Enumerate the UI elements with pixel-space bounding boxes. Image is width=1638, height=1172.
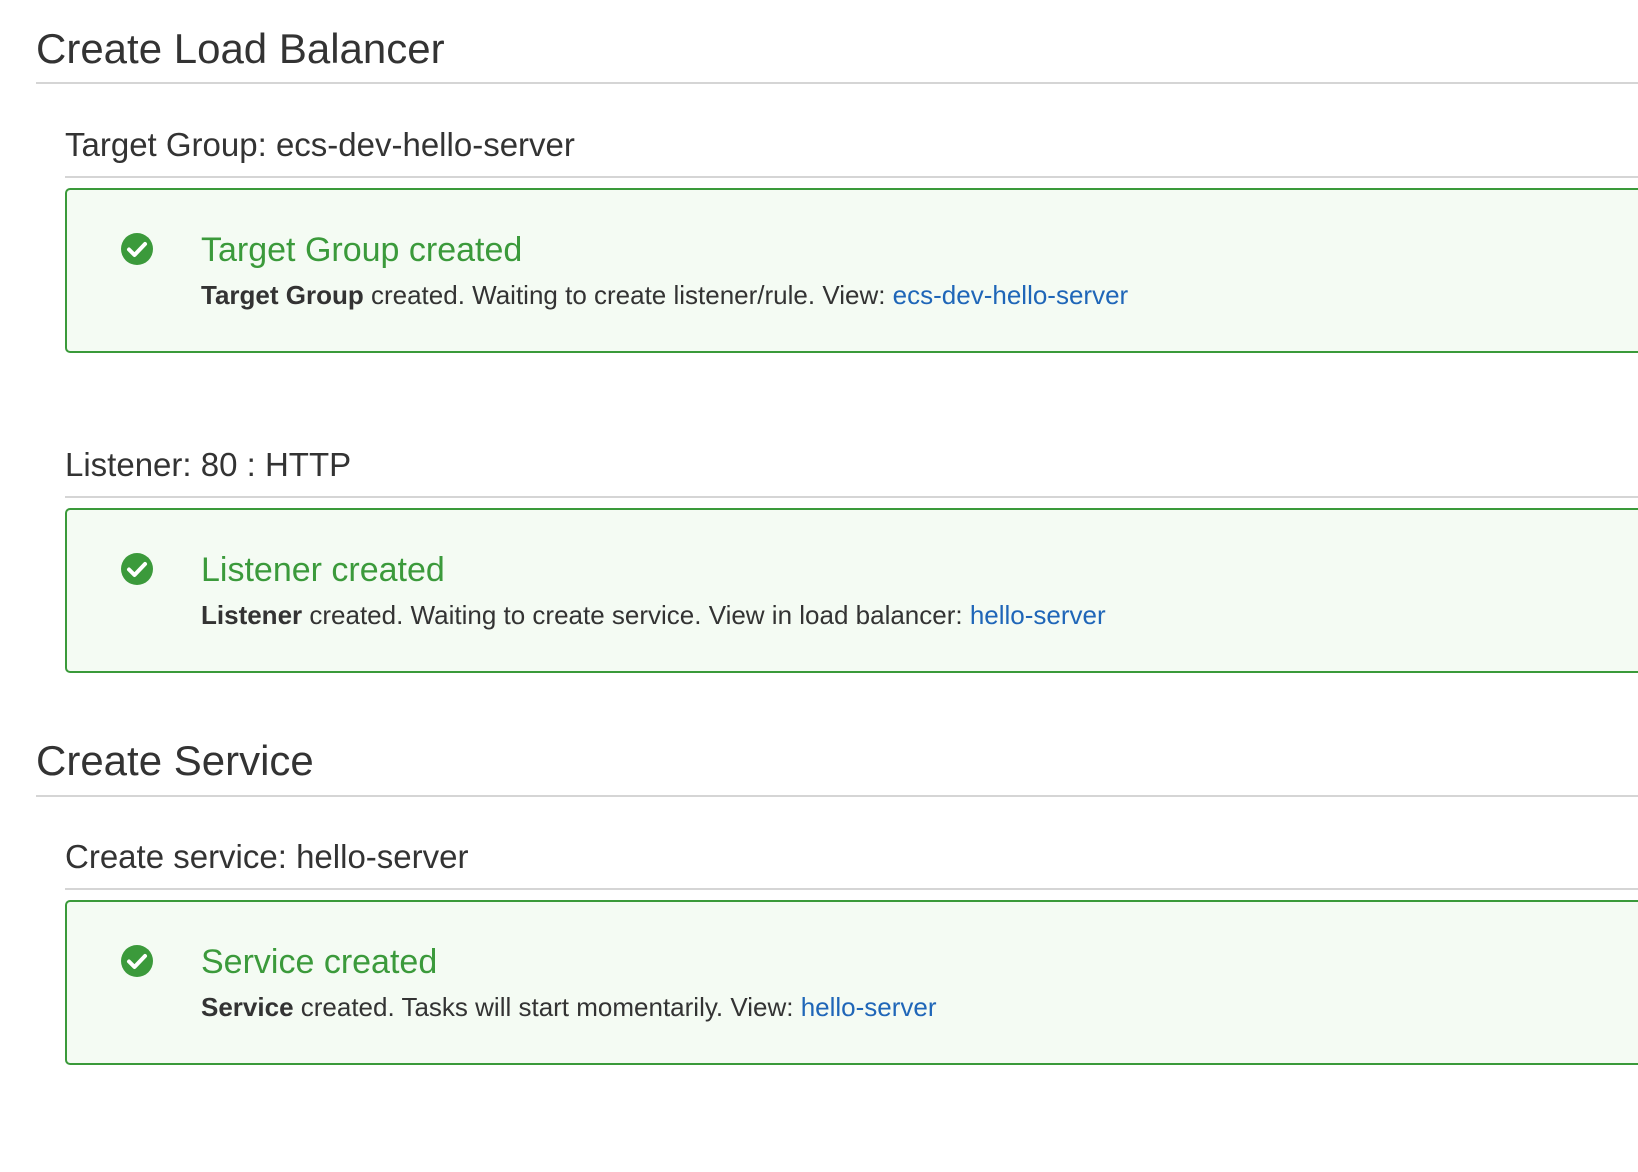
alert-message-text: created. Tasks will start momentarily. V… bbox=[293, 992, 801, 1022]
subsection-divider bbox=[65, 176, 1638, 178]
check-circle-icon bbox=[121, 945, 153, 977]
alert-message-bold: Target Group bbox=[201, 280, 364, 310]
subsection-title-create-service: Create service: hello-server bbox=[65, 838, 469, 875]
service-link[interactable]: hello-server bbox=[801, 992, 937, 1022]
subsection-divider bbox=[65, 888, 1638, 890]
service-success-alert: Service created Service created. Tasks w… bbox=[65, 900, 1638, 1065]
alert-message: Service created. Tasks will start moment… bbox=[201, 992, 937, 1022]
alert-message-bold: Service bbox=[201, 992, 294, 1022]
section-divider bbox=[36, 82, 1638, 84]
alert-message-bold: Listener bbox=[201, 600, 303, 630]
subsection-title-target-group: Target Group: ecs-dev-hello-server bbox=[65, 126, 575, 163]
alert-message-text: created. Waiting to create listener/rule… bbox=[363, 280, 893, 310]
subsection-divider bbox=[65, 496, 1638, 498]
alert-message: Listener created. Waiting to create serv… bbox=[201, 600, 1106, 630]
listener-success-alert: Listener created Listener created. Waiti… bbox=[65, 508, 1638, 673]
check-circle-icon bbox=[121, 553, 153, 585]
section-divider bbox=[36, 795, 1638, 797]
alert-message-text: created. Waiting to create service. View… bbox=[302, 600, 970, 630]
target-group-success-alert: Target Group created Target Group create… bbox=[65, 188, 1638, 353]
section-title-create-service: Create Service bbox=[36, 737, 314, 784]
check-circle-icon bbox=[121, 233, 153, 265]
load-balancer-link[interactable]: hello-server bbox=[970, 600, 1106, 630]
subsection-title-listener: Listener: 80 : HTTP bbox=[65, 446, 352, 483]
target-group-link[interactable]: ecs-dev-hello-server bbox=[893, 280, 1129, 310]
alert-title: Listener created bbox=[201, 551, 445, 589]
section-title-create-load-balancer: Create Load Balancer bbox=[36, 25, 445, 72]
alert-title: Target Group created bbox=[201, 231, 523, 269]
alert-message: Target Group created. Waiting to create … bbox=[201, 280, 1128, 310]
alert-title: Service created bbox=[201, 943, 438, 981]
